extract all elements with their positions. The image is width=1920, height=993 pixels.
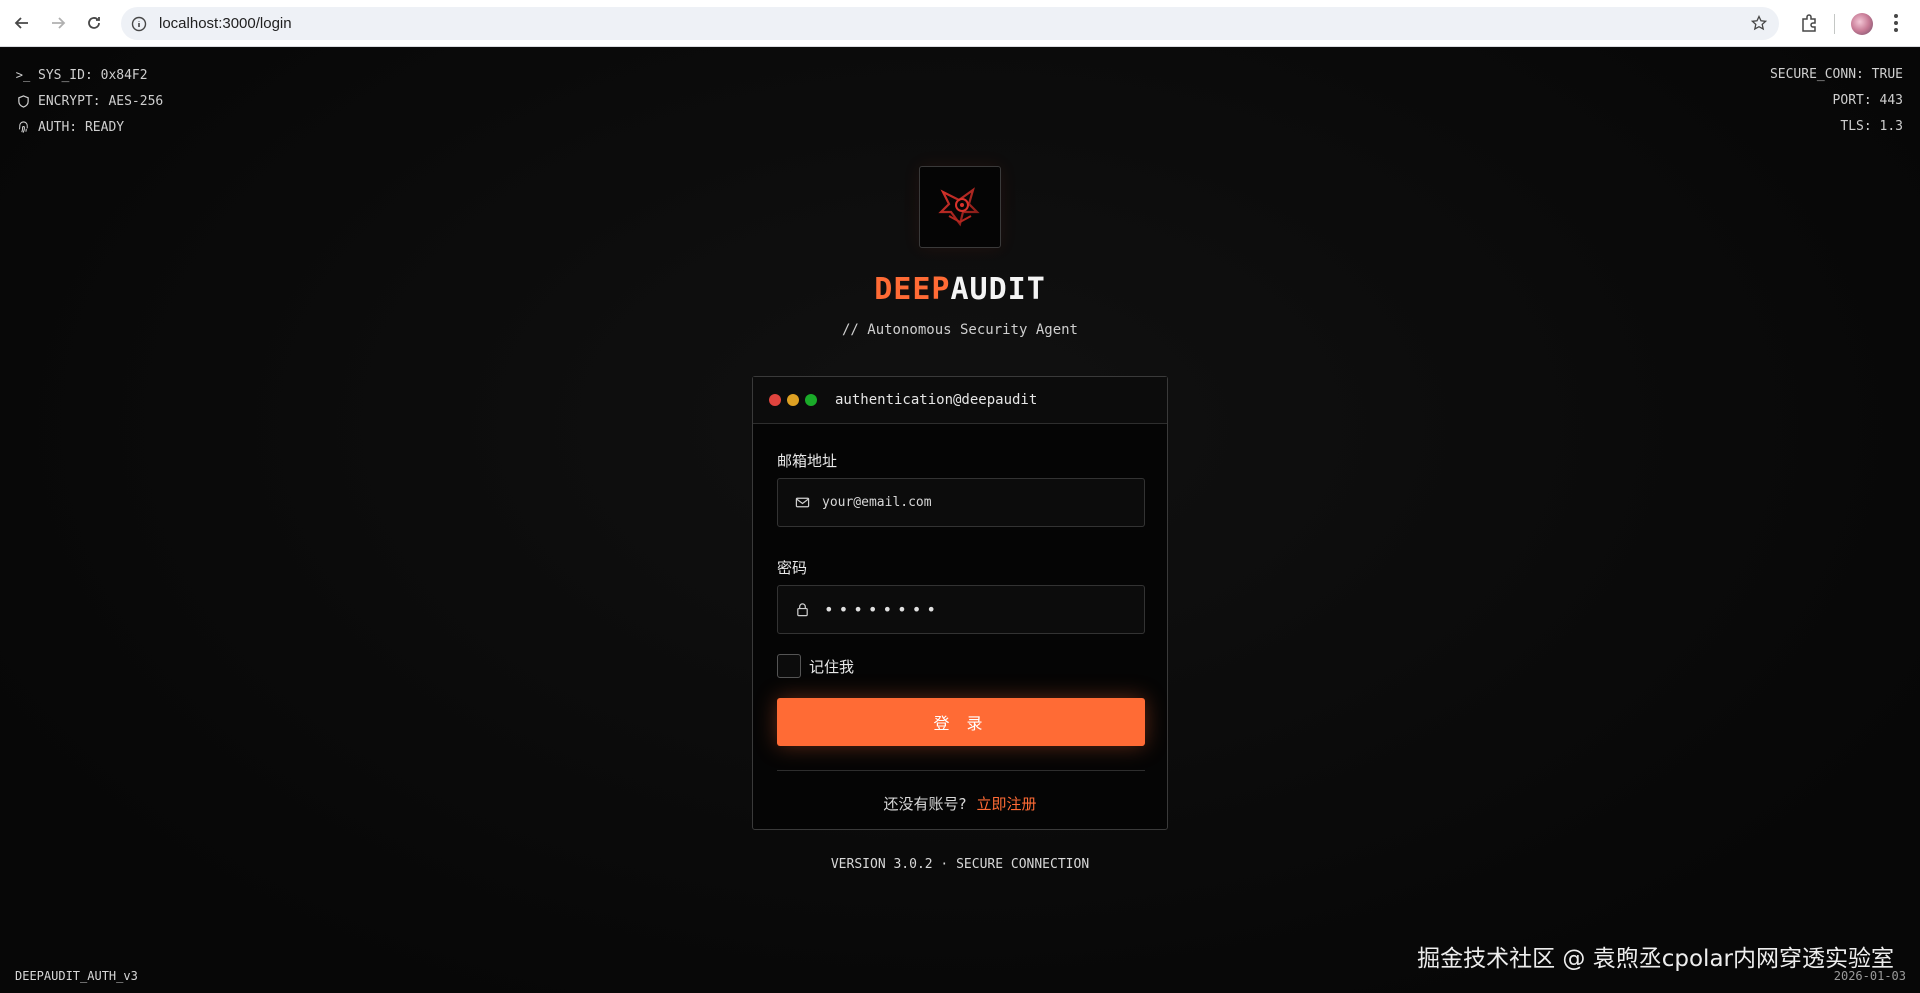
- version-text: VERSION 3.0.2 · SECURE CONNECTION: [830, 857, 1090, 872]
- signup-question: 还没有账号?: [883, 795, 967, 813]
- footer-date: 2026-01-03: [1833, 969, 1906, 983]
- browser-menu-button[interactable]: [1894, 14, 1898, 32]
- shield-icon: [16, 94, 30, 108]
- brand-title: DEEPAUDIT: [0, 272, 1920, 307]
- browser-toolbar: localhost:3000/login: [0, 0, 1920, 47]
- port-text: PORT: 443: [1832, 93, 1903, 108]
- brand-tagline: // Autonomous Security Agent: [841, 322, 1078, 338]
- auth-row: AUTH: READY: [16, 114, 163, 140]
- fingerprint-icon: [16, 120, 30, 134]
- card-title: authentication@deepaudit: [835, 392, 1038, 408]
- signup-prompt: 还没有账号? 立即注册: [777, 793, 1143, 814]
- system-status-left: >_ SYS_ID: 0x84F2 ENCRYPT: AES-256 AUTH:…: [16, 62, 163, 140]
- sys-id-row: >_ SYS_ID: 0x84F2: [15, 67, 148, 83]
- secure-conn-text: SECURE_CONN: TRUE: [1769, 67, 1903, 82]
- form-divider: [777, 770, 1145, 771]
- password-label: 密码: [777, 559, 808, 577]
- email-field[interactable]: your@email.com: [777, 478, 1145, 527]
- address-bar[interactable]: localhost:3000/login: [121, 7, 1779, 40]
- reload-icon: [88, 17, 100, 29]
- back-button[interactable]: [8, 9, 36, 37]
- forward-button[interactable]: [44, 9, 72, 37]
- footer-build-id: DEEPAUDIT_AUTH_v3: [15, 969, 138, 983]
- brand-part-deep: DEEP: [874, 272, 951, 307]
- url-text[interactable]: localhost:3000/login: [159, 15, 292, 32]
- profile-avatar[interactable]: [1851, 13, 1873, 35]
- extensions-icon[interactable]: [1799, 13, 1819, 33]
- tls-text: TLS: 1.3: [1840, 119, 1903, 134]
- arrow-left-icon: [14, 17, 28, 29]
- window-dot-green: [805, 394, 817, 406]
- system-status-right: SECURE_CONN: TRUE PORT: 443 TLS: 1.3: [1770, 62, 1903, 140]
- password-field[interactable]: ••••••••: [777, 585, 1145, 634]
- terminal-icon: >_: [15, 68, 31, 82]
- bookmark-star-icon[interactable]: [1751, 15, 1767, 31]
- window-dot-yellow: [787, 394, 799, 406]
- password-mask: ••••••••: [824, 600, 942, 619]
- mail-icon: [794, 495, 810, 511]
- email-label: 邮箱地址: [777, 452, 838, 470]
- remember-me-checkbox[interactable]: [777, 654, 801, 678]
- lock-icon: [794, 602, 810, 618]
- reload-button[interactable]: [80, 9, 108, 37]
- login-page: >_ SYS_ID: 0x84F2 ENCRYPT: AES-256 AUTH:…: [0, 48, 1920, 993]
- watermark-text: 掘金技术社区 @ 袁煦丞cpolar内网穿透实验室: [1417, 946, 1894, 972]
- card-header: authentication@deepaudit: [753, 377, 1167, 424]
- window-dot-red: [769, 394, 781, 406]
- toolbar-separator: [1834, 14, 1835, 34]
- email-placeholder: your@email.com: [822, 495, 932, 510]
- signup-link[interactable]: 立即注册: [976, 795, 1036, 813]
- site-info-icon[interactable]: [131, 16, 147, 32]
- login-card: authentication@deepaudit 邮箱地址 your@email…: [752, 376, 1168, 830]
- remember-me-label[interactable]: 记住我: [809, 656, 854, 677]
- encrypt-row: ENCRYPT: AES-256: [16, 88, 163, 114]
- login-form: 邮箱地址 your@email.com 密码 •••••••• 记住我 登 录: [753, 424, 1167, 814]
- brand-part-audit: AUDIT: [950, 272, 1046, 307]
- deepaudit-logo: [919, 166, 1001, 248]
- arrow-right-icon: [52, 17, 66, 29]
- logo-emblem-icon: [938, 187, 980, 227]
- login-button[interactable]: 登 录: [777, 698, 1145, 746]
- remember-me-row: 记住我: [777, 654, 1143, 678]
